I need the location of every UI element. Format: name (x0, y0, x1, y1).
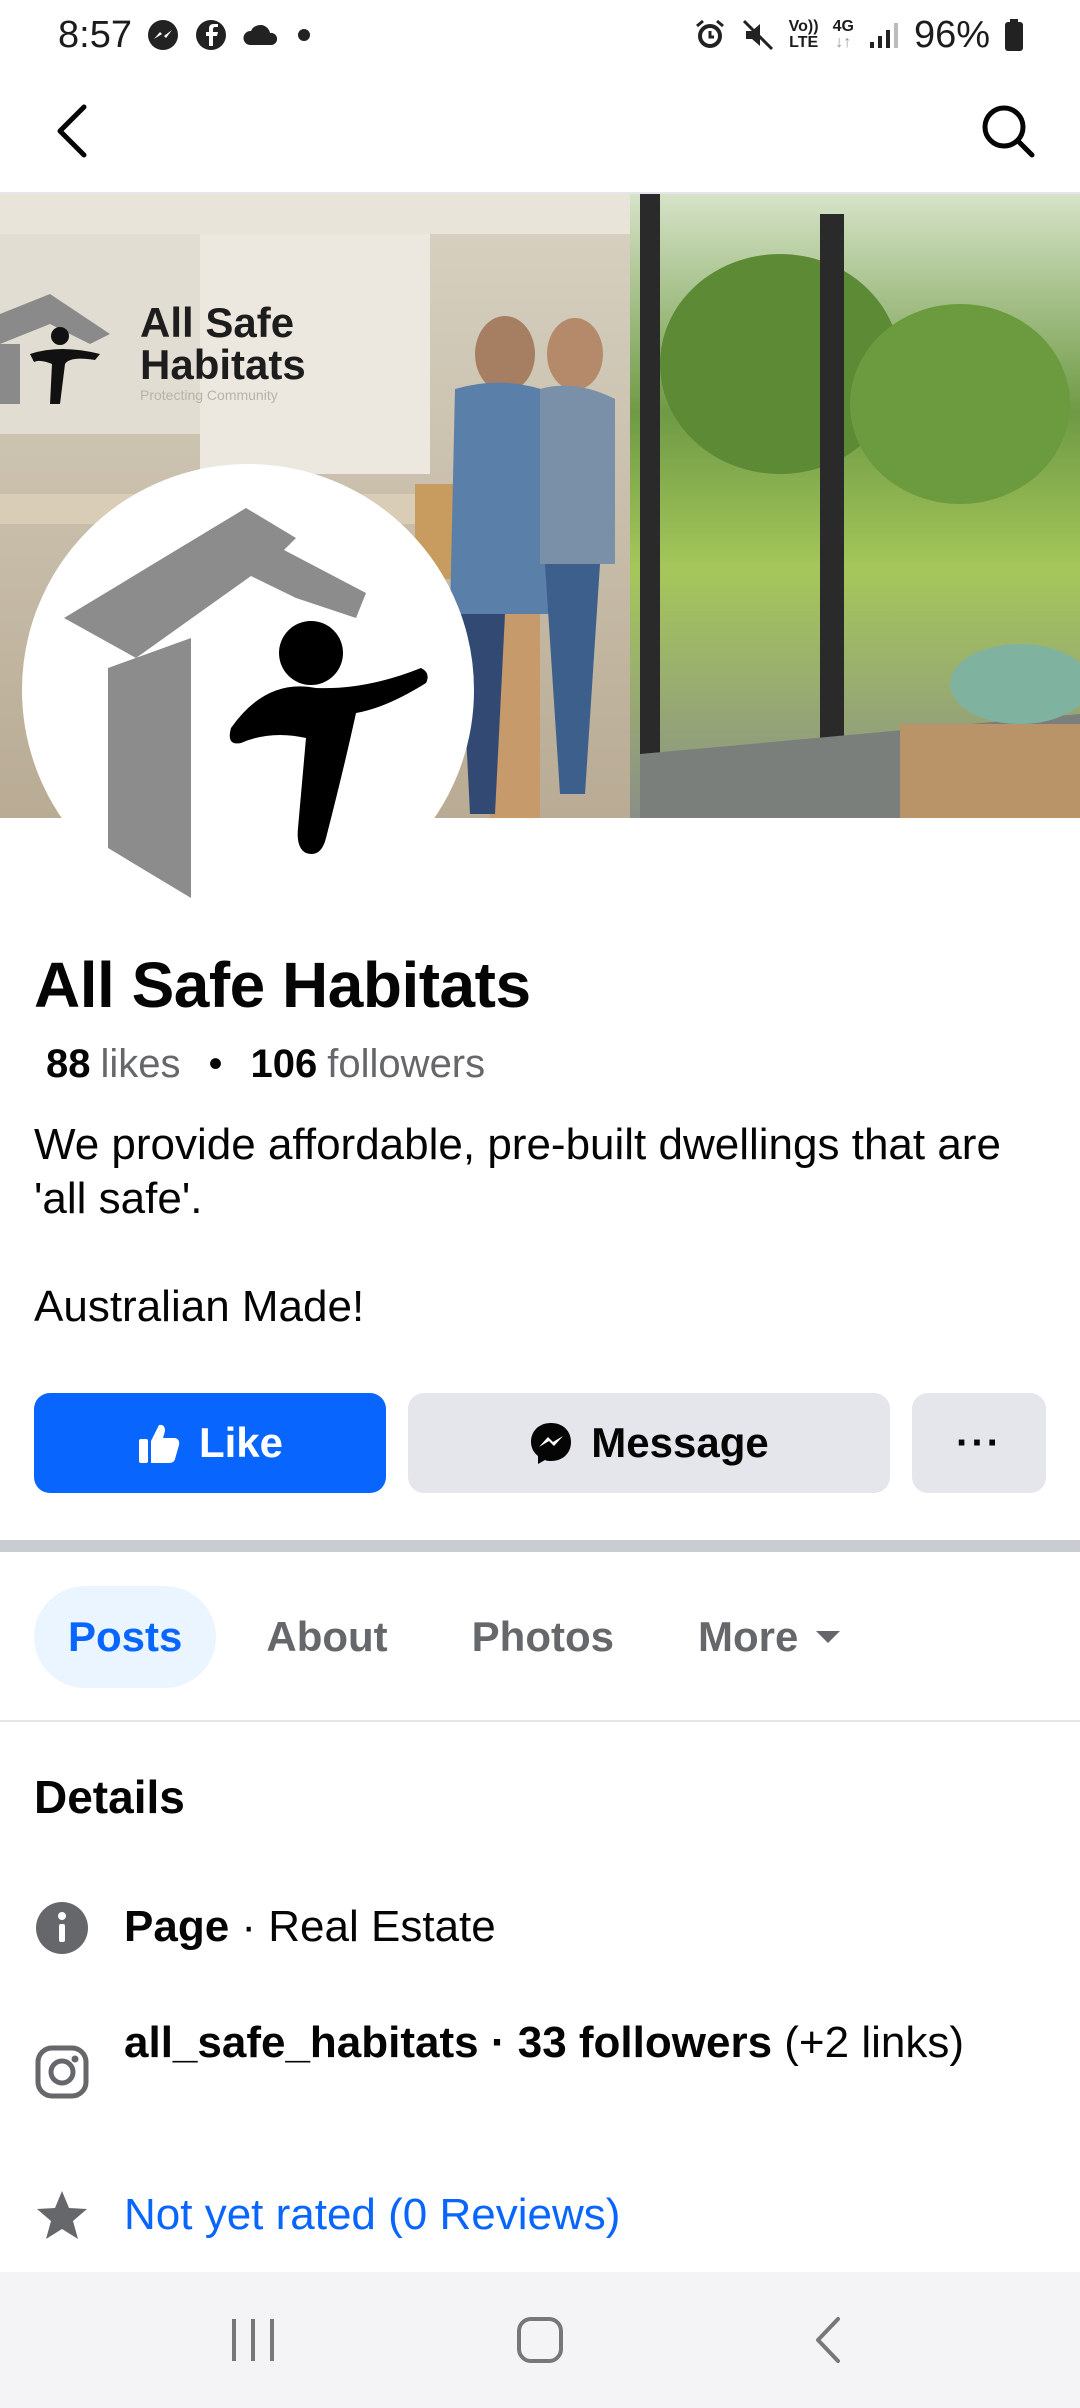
tab-more-label: More (698, 1613, 799, 1660)
status-right: Vo)) LTE 4G ↓↑ 96% (693, 14, 1024, 57)
stats-separator: • (208, 1042, 223, 1086)
recent-apps-button[interactable] (208, 2295, 298, 2385)
tab-about[interactable]: About (232, 1586, 421, 1688)
home-icon (516, 2317, 563, 2363)
instagram-icon (34, 2044, 90, 2100)
page-type-label: Page (124, 1902, 230, 1951)
network-type-icon: 4G ↓↑ (833, 19, 854, 51)
back-button[interactable] (40, 99, 104, 163)
page-stats: 88 likes • 106 followers (46, 1042, 485, 1087)
detail-instagram-text: all_safe_habitats · 33 followers (+2 lin… (124, 2016, 964, 2070)
network-type: 4G (832, 18, 854, 35)
tab-photos[interactable]: Photos (438, 1586, 648, 1688)
data-arrows-icon: ↓↑ (835, 34, 852, 51)
page-tabs: Posts About Photos More (34, 1586, 876, 1688)
tabs-divider (0, 1720, 1080, 1722)
bio-line-2: Australian Made! (34, 1282, 365, 1331)
cover-logo-text: All Safe Habitats Protecting Community (140, 302, 306, 404)
instagram-handle[interactable]: all_safe_habitats · 33 followers (124, 2018, 772, 2067)
star-icon (34, 2188, 90, 2244)
recent-apps-icon (232, 2319, 275, 2361)
messenger-icon (531, 1423, 572, 1464)
signal-icon (868, 20, 900, 50)
page-category: · Real Estate (229, 1902, 496, 1951)
system-back-button[interactable] (782, 2295, 872, 2385)
more-options-icon: ··· (956, 1420, 1002, 1465)
system-navigation-bar (0, 2272, 1080, 2408)
search-icon (982, 105, 1035, 158)
detail-page-type-text: Page · Real Estate (124, 1900, 496, 1954)
top-nav-bar (0, 70, 1080, 194)
detail-instagram[interactable]: all_safe_habitats · 33 followers (+2 lin… (34, 2016, 1044, 2100)
message-button[interactable]: Message (408, 1393, 890, 1493)
all-safe-habitats-logo-icon (26, 468, 470, 912)
detail-rating[interactable]: Not yet rated (0 Reviews) (34, 2188, 1044, 2244)
tab-more[interactable]: More (664, 1586, 876, 1688)
dot-icon (294, 25, 314, 45)
caret-down-icon (816, 1631, 841, 1643)
likes-label[interactable]: likes (101, 1042, 181, 1087)
home-button[interactable] (495, 2295, 585, 2385)
status-left: 8:57 (58, 14, 314, 57)
message-button-label: Message (591, 1419, 769, 1466)
status-bar: 8:57 Vo)) LTE 4G ↓↑ 96% (0, 0, 1080, 70)
info-icon (34, 1900, 90, 1956)
followers-count[interactable]: 106 (251, 1042, 318, 1087)
cover-logo-line2: Habitats (140, 341, 306, 388)
search-button[interactable] (976, 99, 1040, 163)
volte-bottom: LTE (789, 34, 819, 51)
tab-posts[interactable]: Posts (34, 1586, 217, 1688)
bio-line-1: We provide affordable, pre-built dwellin… (34, 1120, 1001, 1223)
messenger-icon (146, 18, 180, 52)
detail-page-type: Page · Real Estate (34, 1900, 1044, 1956)
alarm-icon (693, 18, 727, 52)
likes-count[interactable]: 88 (46, 1042, 91, 1087)
mute-icon (741, 18, 775, 52)
status-time: 8:57 (58, 13, 132, 56)
cover-logo-tagline: Protecting Community (140, 387, 278, 403)
cloud-icon (242, 21, 280, 49)
details-heading: Details (34, 1771, 185, 1823)
page-actions: Like Message ··· (34, 1393, 1046, 1493)
rating-link[interactable]: Not yet rated (0 Reviews) (124, 2188, 620, 2242)
battery-percent: 96% (913, 13, 990, 56)
battery-icon (1004, 18, 1024, 52)
section-divider (0, 1540, 1080, 1552)
volte-top: Vo)) (788, 18, 819, 35)
profile-picture[interactable] (22, 464, 474, 916)
instagram-extra-links[interactable]: (+2 links) (772, 2018, 964, 2067)
cover-logo-line1: All Safe (140, 299, 295, 346)
followers-label[interactable]: followers (327, 1042, 485, 1087)
back-arrow-icon (57, 104, 87, 158)
page-title: All Safe Habitats (34, 949, 531, 1021)
thumbs-up-icon (138, 1424, 180, 1463)
like-button[interactable]: Like (34, 1393, 386, 1493)
like-button-label: Like (198, 1419, 284, 1466)
page-bio: We provide affordable, pre-built dwellin… (34, 1118, 1044, 1388)
volte-icon: Vo)) LTE (789, 19, 819, 51)
more-options-button[interactable]: ··· (912, 1393, 1046, 1493)
system-back-icon (815, 2317, 840, 2363)
facebook-icon (194, 18, 228, 52)
